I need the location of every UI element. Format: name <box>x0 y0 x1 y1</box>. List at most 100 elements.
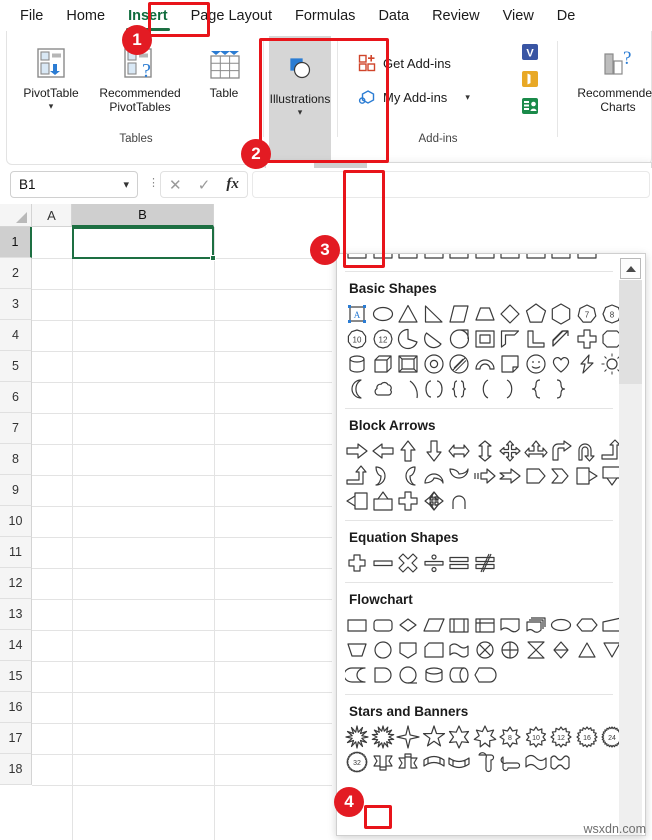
shape-heptagon[interactable]: 7 <box>575 302 599 326</box>
shape-cube[interactable] <box>371 352 395 376</box>
row-header-5[interactable]: 5 <box>0 351 32 382</box>
shape-explosion-1[interactable] <box>345 725 369 749</box>
insert-function-icon[interactable]: fx <box>226 176 239 193</box>
shape-rect[interactable] <box>422 254 446 264</box>
gallery-scrollbar-thumb[interactable] <box>619 280 642 384</box>
row-header-17[interactable]: 17 <box>0 723 32 754</box>
shape-equal[interactable] <box>447 551 471 575</box>
shape-moon[interactable] <box>345 377 369 401</box>
shape-rect[interactable] <box>345 254 369 264</box>
shape-frame[interactable] <box>473 327 497 351</box>
shape-punched-tape[interactable] <box>447 638 471 662</box>
shape-minus[interactable] <box>371 551 395 575</box>
shape-hexagon[interactable] <box>549 302 573 326</box>
shape-display[interactable] <box>473 663 497 687</box>
shape-teardrop[interactable] <box>447 327 471 351</box>
shape-multiply[interactable] <box>396 551 420 575</box>
shape-bevel[interactable] <box>396 352 420 376</box>
shape-curved-right-arrow[interactable] <box>371 464 395 488</box>
shape-preparation[interactable] <box>575 613 599 637</box>
shape-smiley-face[interactable] <box>524 352 548 376</box>
ribbon-tab-view[interactable]: View <box>493 3 544 29</box>
shape-curved-down-ribbon[interactable] <box>447 750 471 774</box>
shape-bent-up-arrow[interactable] <box>345 464 369 488</box>
shape-not-equal[interactable] <box>473 551 497 575</box>
shape-decision[interactable] <box>396 613 420 637</box>
shape-delay[interactable] <box>371 663 395 687</box>
shape-pentagon-arrow[interactable] <box>524 464 548 488</box>
shape-left-bracket[interactable] <box>473 377 497 401</box>
row-header-1[interactable]: 1 <box>0 227 32 258</box>
shape-left-arrow[interactable] <box>371 439 395 463</box>
shape-text-box[interactable]: A <box>345 302 369 326</box>
shape-down-ribbon[interactable] <box>396 750 420 774</box>
shape-rect[interactable] <box>473 254 497 264</box>
ribbon-tab-insert[interactable]: Insert <box>118 3 178 31</box>
shape-double-brace[interactable] <box>447 377 471 401</box>
shape-data[interactable] <box>422 613 446 637</box>
shape-right-triangle[interactable] <box>422 302 446 326</box>
shape-half-frame[interactable] <box>498 327 522 351</box>
cancel-icon[interactable]: ✕ <box>169 176 182 194</box>
shape-double-bracket[interactable] <box>422 377 446 401</box>
shape-block-arc[interactable] <box>473 352 497 376</box>
shape-left-right-arrow[interactable] <box>447 439 471 463</box>
shape-lightning-bolt[interactable] <box>575 352 599 376</box>
shape-four-way-arrow[interactable] <box>422 489 446 513</box>
scroll-up-icon[interactable] <box>620 258 641 279</box>
shape-predefined-process[interactable] <box>447 613 471 637</box>
ribbon-tab-de[interactable]: De <box>547 3 586 29</box>
shape-star-6-point[interactable] <box>447 725 471 749</box>
chevron-down-icon[interactable]: ▾ <box>123 178 129 191</box>
chevron-down-icon[interactable]: ▾ <box>298 107 303 117</box>
shape-left-arrow-callout[interactable] <box>345 489 369 513</box>
shape-chord[interactable] <box>422 327 446 351</box>
row-header-18[interactable]: 18 <box>0 754 32 785</box>
row-header-4[interactable]: 4 <box>0 320 32 351</box>
shape-internal-storage[interactable] <box>473 613 497 637</box>
row-header-13[interactable]: 13 <box>0 599 32 630</box>
shape-sort[interactable] <box>549 638 573 662</box>
shape-right-arrow-callout[interactable] <box>575 464 599 488</box>
selected-cell-B1[interactable] <box>72 227 216 261</box>
shape-cylinder[interactable] <box>345 352 369 376</box>
get-addins-button[interactable]: Get Add-ins <box>357 53 451 73</box>
shape-stored-data[interactable] <box>345 663 369 687</box>
chevron-down-icon[interactable]: ▾ <box>49 101 54 111</box>
shape-up-arrow[interactable] <box>396 439 420 463</box>
shape-cross-arrow[interactable] <box>396 489 420 513</box>
shape-sequential-access-storage[interactable] <box>396 663 420 687</box>
formula-bar-grip[interactable]: ⋮ <box>148 178 159 189</box>
shape-left-right-up-arrow[interactable] <box>523 439 548 463</box>
ribbon-tab-home[interactable]: Home <box>56 3 115 29</box>
shape-left-brace[interactable] <box>524 377 548 401</box>
shape-star-32-point[interactable]: 32 <box>345 750 369 774</box>
shape-wave[interactable] <box>524 750 548 774</box>
shape-rect[interactable] <box>396 254 420 264</box>
shape-explosion-2[interactable] <box>371 725 395 749</box>
shape-process[interactable] <box>345 613 369 637</box>
chevron-down-icon[interactable]: ▾ <box>465 92 470 102</box>
shape-divide[interactable] <box>422 551 446 575</box>
shape-rect[interactable] <box>575 254 599 264</box>
select-all-corner[interactable] <box>0 204 32 227</box>
shape-star-4-point[interactable] <box>396 725 420 749</box>
row-header-7[interactable]: 7 <box>0 413 32 444</box>
table-button[interactable]: Table <box>195 41 253 101</box>
shape-dodecagon[interactable]: 12 <box>371 327 395 351</box>
shape-cross[interactable] <box>575 327 599 351</box>
shape-star-7-point[interactable] <box>473 725 497 749</box>
quick-addin-people-graph[interactable] <box>521 97 539 118</box>
shape-folded-corner[interactable] <box>498 352 522 376</box>
shape-plus[interactable] <box>345 551 369 575</box>
shape-terminator[interactable] <box>549 613 573 637</box>
shape-right-arrow[interactable] <box>345 439 369 463</box>
shape-summing-junction[interactable] <box>473 638 497 662</box>
shape-extract[interactable] <box>575 638 599 662</box>
shape-cloud[interactable] <box>371 377 395 401</box>
shape-heart[interactable] <box>549 352 573 376</box>
row-header-14[interactable]: 14 <box>0 630 32 661</box>
quick-addin-bing-maps[interactable] <box>521 70 539 91</box>
shape-u-turn-arrow[interactable] <box>575 439 599 463</box>
name-box[interactable]: B1 ▾ <box>10 171 138 198</box>
